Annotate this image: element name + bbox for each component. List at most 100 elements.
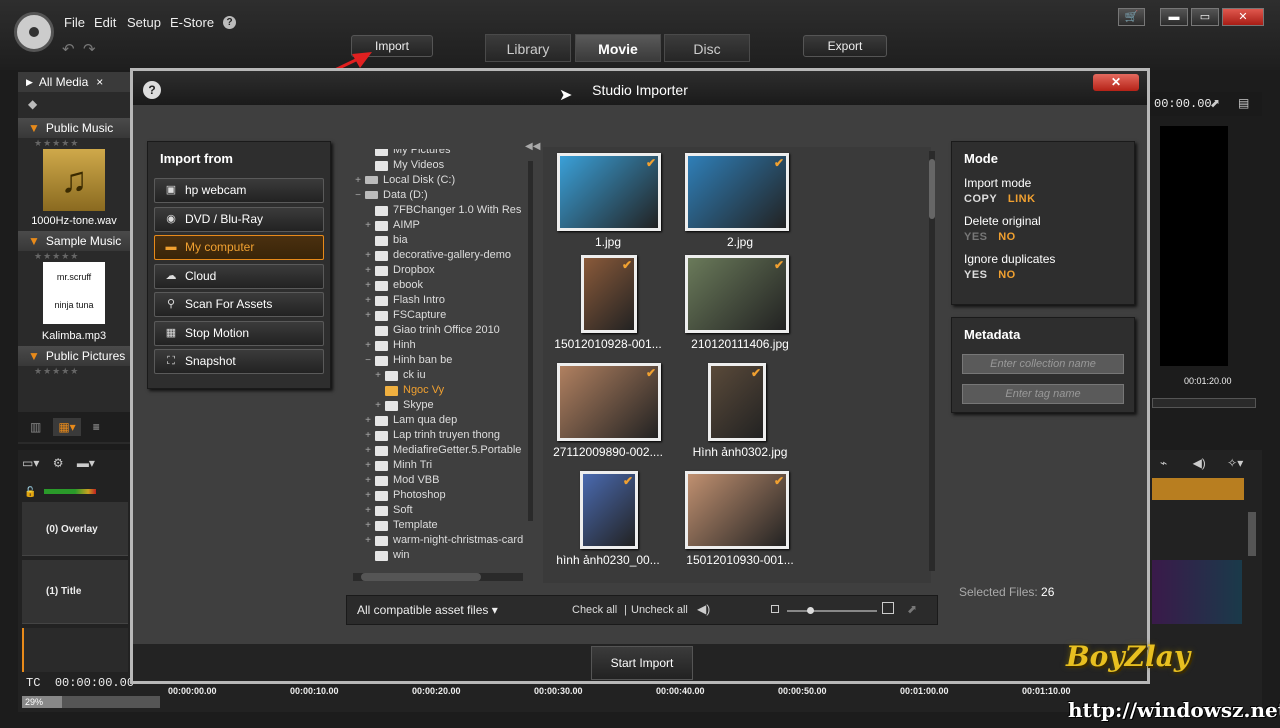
expand-icon[interactable]: + (363, 278, 373, 293)
zoom-bar[interactable]: 29% (22, 696, 160, 708)
photo-image[interactable]: ✔ (557, 153, 661, 231)
uncheck-all-link[interactable]: Uncheck all (631, 604, 688, 616)
delete-original-toggle[interactable]: YES NO (952, 231, 1134, 243)
fullscreen-preview-icon[interactable]: ⬈ (907, 602, 917, 616)
tree-item[interactable]: + MediafireGetter.5.Portable (353, 443, 523, 458)
tree-item[interactable]: − Data (D:) (353, 188, 523, 203)
menu-estore[interactable]: E-Store (170, 15, 214, 30)
track-video[interactable] (22, 628, 128, 672)
ignore-duplicates-toggle[interactable]: YES NO (952, 269, 1134, 281)
studio-logo-icon[interactable] (14, 12, 54, 52)
tag-icon[interactable]: ◆ (18, 92, 130, 118)
grid-view-icon[interactable]: ▦▾ (53, 418, 81, 436)
tree-item[interactable]: + Local Disk (C:) (353, 173, 523, 188)
checkmark-icon[interactable]: ✔ (646, 367, 656, 379)
file-thumbnail[interactable]: ✔ hình ảnh0230_00... (543, 465, 673, 571)
file-thumbnail[interactable]: ✔ 15012010930-001... (673, 465, 803, 571)
timeline-clip-thumbs[interactable] (1152, 560, 1242, 624)
small-thumb-icon[interactable] (771, 605, 779, 613)
tree-item[interactable]: + Dropbox (353, 263, 523, 278)
photo-image[interactable]: ✔ (685, 255, 789, 333)
expand-icon[interactable]: + (363, 488, 373, 503)
photo-image[interactable]: ✔ (581, 255, 637, 333)
tag-name-input[interactable]: Enter tag name (962, 384, 1124, 404)
source-cloud[interactable]: ☁ Cloud (154, 263, 324, 289)
music-note-icon[interactable]: ♫ (43, 149, 105, 211)
tree-item[interactable]: + Template (353, 518, 523, 533)
source-disc[interactable]: ◉ DVD / Blu-Ray (154, 206, 324, 232)
tree-hscrollbar[interactable] (353, 573, 523, 581)
tree-item[interactable]: bia (353, 233, 523, 248)
menu-setup[interactable]: Setup (127, 15, 161, 30)
file-thumbnail[interactable]: ✔ 27112009890-002.... (543, 359, 673, 465)
file-thumbnail[interactable]: ✔ Hình ảnh0302.jpg (673, 359, 803, 465)
source-folder[interactable]: ▬ My computer (154, 235, 324, 260)
expand-icon[interactable]: + (363, 218, 373, 233)
source-webcam[interactable]: ▣ hp webcam (154, 178, 324, 203)
file-thumbnail[interactable]: ✔ 210120111406.jpg (673, 253, 803, 359)
tree-item[interactable]: + Mod VBB (353, 473, 523, 488)
section-sample-music[interactable]: ▼ Sample Music (18, 231, 130, 251)
close-window-button[interactable]: ✕ (1222, 8, 1264, 26)
rating-stars[interactable]: ★★★★★ (18, 251, 130, 262)
keyframe-icon[interactable]: ⌁ (1160, 456, 1167, 470)
rating-stars[interactable]: ★★★★★ (18, 138, 130, 149)
magic-wand-icon[interactable]: ✧▾ (1227, 456, 1243, 470)
tab-disc[interactable]: Disc (664, 34, 750, 62)
fullscreen-icon[interactable]: ⬈ (1210, 96, 1220, 110)
redo-icon[interactable]: ↷ (83, 40, 96, 58)
menu-file[interactable]: File (64, 15, 85, 30)
timeline-scrollbar[interactable] (1248, 512, 1256, 556)
tree-item[interactable]: + AIMP (353, 218, 523, 233)
section-public-pictures[interactable]: ▼ Public Pictures (18, 346, 130, 366)
tree-item[interactable]: + Skype (353, 398, 523, 413)
tree-item[interactable]: + Flash Intro (353, 293, 523, 308)
lock-icon[interactable]: 🔓 (24, 487, 36, 498)
slider-knob[interactable] (807, 607, 814, 614)
list-view-icon[interactable]: ≡ (93, 420, 100, 434)
file-thumbnail[interactable]: ✔ 15012010928-001... (543, 253, 673, 359)
collapse-icon[interactable]: − (363, 353, 373, 368)
close-tab-icon[interactable]: × (96, 75, 103, 89)
photo-image[interactable]: ✔ (708, 363, 766, 441)
razor-icon[interactable]: ▬▾ (77, 456, 95, 470)
stack-view-icon[interactable]: ▥ (30, 420, 41, 434)
expand-icon[interactable]: + (363, 443, 373, 458)
expand-icon[interactable]: + (373, 398, 383, 413)
checkmark-icon[interactable]: ✔ (774, 475, 784, 487)
scrubber[interactable] (1152, 398, 1256, 408)
expand-icon[interactable]: + (353, 173, 363, 188)
tree-hscroll-thumb[interactable] (361, 573, 481, 581)
tree-item[interactable]: Giao trinh Office 2010 (353, 323, 523, 338)
tree-item[interactable]: Ngoc Vy (353, 383, 523, 398)
collapse-panel-icon[interactable]: ◀◀ (525, 141, 540, 152)
expand-icon[interactable]: + (363, 293, 373, 308)
expand-icon[interactable]: + (363, 263, 373, 278)
folder-tree[interactable]: My Pictures My Videos + Local Disk (C:) − Dat… (353, 149, 523, 579)
speaker-icon[interactable]: ◀) (697, 602, 710, 616)
track-overlay[interactable]: (0) Overlay (22, 502, 128, 556)
check-all-link[interactable]: Check all (572, 604, 617, 616)
minimize-button[interactable]: ▬ (1160, 8, 1188, 26)
menu-edit[interactable]: Edit (94, 15, 116, 30)
checkmark-icon[interactable]: ✔ (774, 259, 784, 271)
source-camera[interactable]: ▦ Stop Motion (154, 320, 324, 346)
close-dialog-button[interactable]: ✕ (1093, 74, 1139, 91)
checkmark-icon[interactable]: ✔ (622, 259, 632, 271)
source-magnifier[interactable]: ⚲ Scan For Assets (154, 292, 324, 317)
start-import-button[interactable]: Start Import (591, 646, 693, 680)
volume-icon[interactable]: ◀) (1193, 456, 1206, 470)
thumb-size-slider[interactable] (787, 607, 877, 614)
help-icon[interactable]: ? (143, 81, 161, 99)
source-snapshot[interactable]: ⛶ Snapshot (154, 349, 324, 374)
section-public-music[interactable]: ▼ Public Music (18, 118, 130, 138)
tree-item[interactable]: 7FBChanger 1.0 With Res (353, 203, 523, 218)
photo-image[interactable]: ✔ (685, 153, 789, 231)
tree-item[interactable]: + Hinh (353, 338, 523, 353)
tree-item[interactable]: + ebook (353, 278, 523, 293)
tree-item[interactable]: + Photoshop (353, 488, 523, 503)
album-art[interactable]: mr.scruff ninja tuna (43, 262, 105, 324)
menu-help-icon[interactable]: ? (223, 16, 236, 29)
large-thumb-icon[interactable] (882, 602, 894, 614)
estore-cart-icon[interactable]: 🛒 (1118, 8, 1145, 26)
